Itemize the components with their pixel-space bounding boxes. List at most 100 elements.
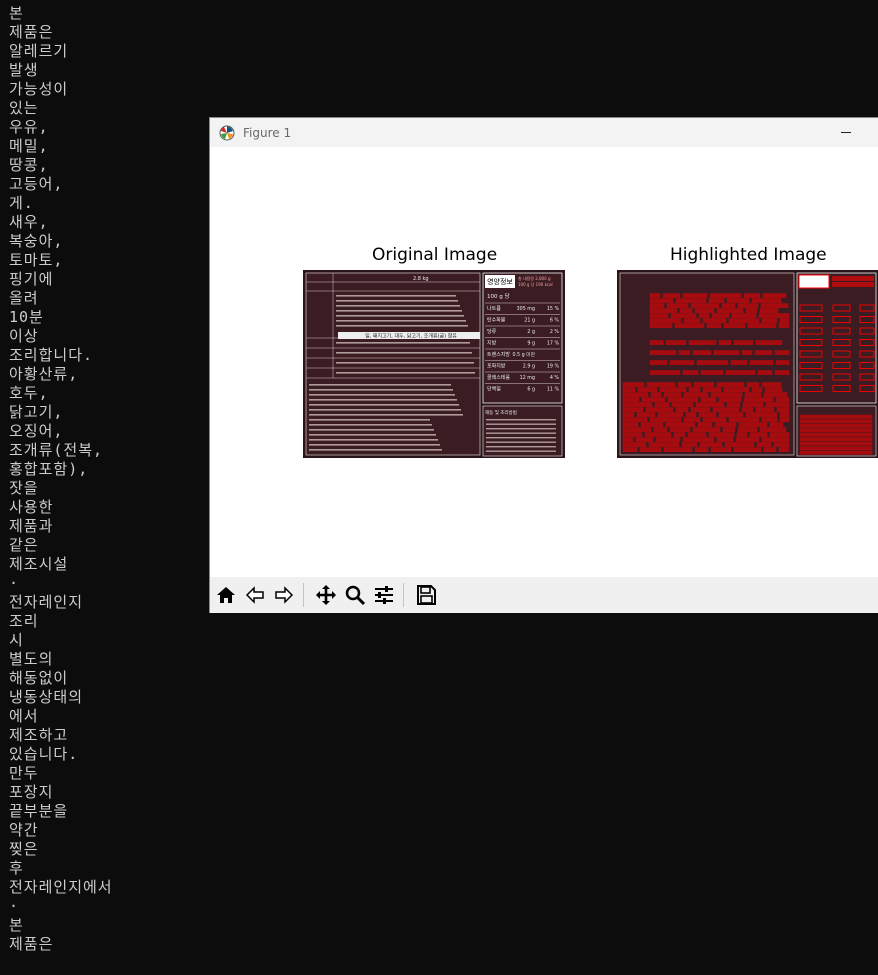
back-button[interactable] (242, 582, 268, 608)
forward-button[interactable] (271, 582, 297, 608)
pan-button[interactable] (313, 582, 339, 608)
original-label-graphic: 밀, 돼지고기, 대두, 닭고기, 조개류(굴) 함유 2.8 kg 영양정보 … (303, 270, 565, 458)
nutrition-row-pct: 11 % (547, 387, 560, 393)
terminal-line: 별도의 (9, 650, 54, 668)
figure-canvas: Original Image Highlighted Image 밀, 돼지고기… (210, 147, 878, 577)
nutrition-heading: 영양정보 (487, 277, 513, 286)
back-arrow-icon (245, 586, 264, 604)
terminal-line: 제품은 (9, 935, 54, 953)
highlighted-label-graphic (617, 270, 878, 458)
terminal-line: 닭고기, (9, 403, 64, 421)
window-titlebar[interactable]: Figure 1 (210, 118, 878, 147)
highlighted-image (617, 270, 878, 458)
nutrition-row-amount: 2.9 g (523, 364, 535, 370)
terminal-line: 조리 (9, 612, 39, 630)
product-weight: 2.8 kg (413, 276, 429, 282)
terminal-line: 사용한 (9, 498, 54, 516)
terminal-line: · (9, 897, 20, 915)
terminal-line: 해동없이 (9, 669, 69, 687)
terminal-line: 가능성이 (9, 80, 69, 98)
terminal-line: 제품과 (9, 517, 54, 535)
nutrition-row-pct: 4 % (550, 375, 560, 381)
terminal-line: 발생 (9, 61, 39, 79)
nutrition-row-pct: 19 % (547, 364, 560, 370)
toolbar-separator (303, 583, 304, 607)
navigation-toolbar (210, 577, 878, 613)
minimize-button[interactable] (826, 118, 866, 147)
highlighted-image-title: Highlighted Image (670, 245, 827, 265)
terminal-line: 고등어, (9, 175, 64, 193)
terminal-line: 복숭아, (9, 232, 64, 250)
terminal-line: 이상 (9, 327, 39, 345)
terminal-line: 만두 (9, 764, 39, 782)
terminal-line: 끝부분을 (9, 802, 69, 820)
terminal-line: 게. (9, 194, 34, 212)
nutrition-row-amount: 21 g (524, 318, 535, 324)
save-floppy-icon (417, 585, 436, 605)
terminal-line: · (9, 574, 20, 592)
zoom-magnifier-icon (345, 585, 366, 606)
terminal-line: 있는 (9, 99, 39, 117)
home-button[interactable] (213, 582, 239, 608)
configure-subplots-button[interactable] (371, 582, 397, 608)
nutrition-row-name: 나트륨 (487, 305, 501, 312)
home-icon (217, 587, 235, 603)
terminal-line: 에서 (9, 707, 39, 725)
nutrition-total: 총 내용량 2,800 g (518, 275, 551, 281)
terminal-line: 오징어, (9, 422, 64, 440)
terminal-line: 냉동상태의 (9, 688, 84, 706)
terminal-line: 호두, (9, 384, 49, 402)
toolbar-separator (403, 583, 404, 607)
nutrition-row-name: 단백질 (487, 386, 501, 393)
nutrition-row-pct: 15 % (547, 306, 560, 312)
terminal-line: 후 (9, 859, 24, 877)
terminal-line: 시 (9, 631, 24, 649)
terminal-line: 같은 (9, 536, 39, 554)
terminal-line: 약간 (9, 821, 39, 839)
terminal-line: 잣을 (9, 479, 39, 497)
terminal-line: 본 (9, 4, 24, 22)
original-image: 밀, 돼지고기, 대두, 닭고기, 조개류(굴) 함유 2.8 kg 영양정보 … (303, 270, 565, 458)
terminal-line: 조리합니다. (9, 346, 94, 364)
nutrition-row-name: 탄수화물 (487, 317, 506, 324)
zoom-button[interactable] (342, 582, 368, 608)
terminal-line: 제품은 (9, 23, 54, 41)
nutrition-serving: 100 g 당 (487, 293, 510, 300)
terminal-line: 아황산류, (9, 365, 79, 383)
instructions-heading: 해동 및 조리방법 (485, 409, 517, 416)
nutrition-row-amount: 9 g (527, 341, 535, 347)
terminal-line: 새우, (9, 213, 49, 231)
nutrition-per: 100 g 당 190 kcal (518, 281, 553, 287)
terminal-line: 전자레인지 (9, 593, 84, 611)
nutrition-row-amount: 6 g (527, 387, 535, 393)
terminal-output: 본 제품은 알레르기 발생 가능성이 있는 우유, 메밀, 땅콩, 고등어, 게. 새우, 복숭아, 토마… (9, 4, 199, 954)
nutrition-row-name: 포화지방 (487, 363, 506, 370)
terminal-line: 10분 (9, 308, 44, 326)
nutrition-row-amount: 12 mg (520, 375, 535, 381)
nutrition-row-amount: 2 g (527, 329, 535, 335)
matplotlib-figure-window: Figure 1 Original Image Highlighted Imag… (209, 117, 878, 613)
save-button[interactable] (413, 582, 439, 608)
terminal-line: 토마토, (9, 251, 64, 269)
terminal-line: 있습니다. (9, 745, 79, 763)
terminal-line: 땅콩, (9, 156, 49, 174)
terminal-line: 전자레인지에서 (9, 878, 113, 896)
matplotlib-icon (219, 125, 235, 140)
terminal-line: 메밀, (9, 137, 49, 155)
terminal-line: 본 (9, 916, 24, 934)
terminal-line: 우유, (9, 118, 49, 136)
nutrition-row-pct: 6 % (550, 318, 560, 324)
terminal-line: 올려 (9, 289, 39, 307)
terminal-line: 포장지 (9, 783, 54, 801)
nutrition-row-name: 당류 (487, 328, 497, 335)
terminal-line: 찢은 (9, 840, 39, 858)
terminal-line: 조개류(전복, (9, 441, 104, 459)
terminal-line: 핑기에 (9, 270, 54, 288)
window-title: Figure 1 (243, 125, 292, 140)
allergen-banner: 밀, 돼지고기, 대두, 닭고기, 조개류(굴) 함유 (365, 333, 457, 340)
nutrition-row-amount: 305 mg (517, 306, 535, 312)
pan-move-icon (316, 585, 336, 605)
original-image-title: Original Image (372, 245, 498, 265)
terminal-line: 홍합포함), (9, 460, 89, 478)
configure-subplots-icon (375, 586, 393, 604)
